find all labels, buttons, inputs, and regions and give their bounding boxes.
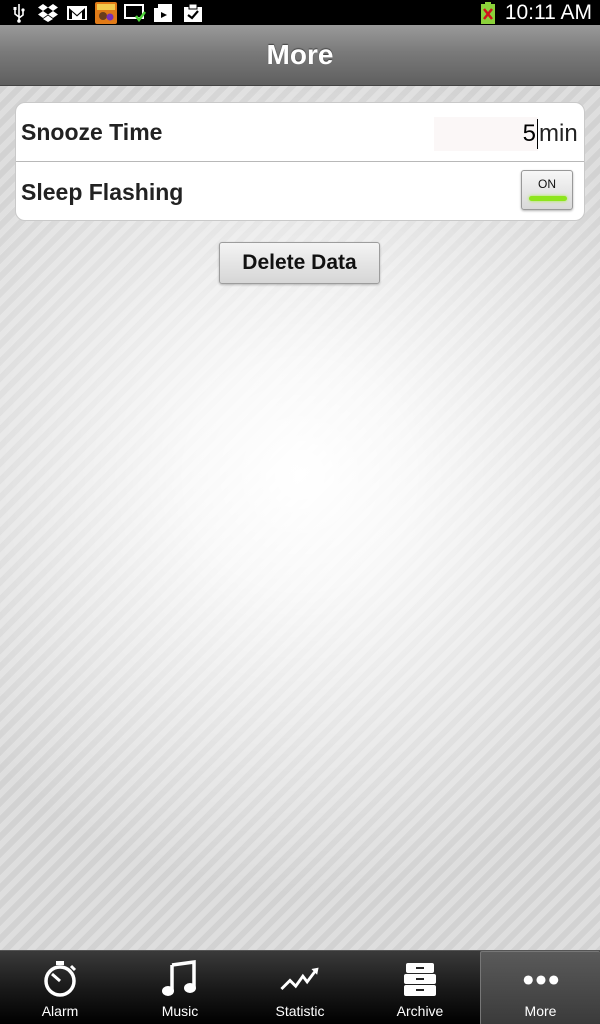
notification-icons	[8, 1, 204, 24]
dropbox-icon	[37, 3, 59, 23]
sleep-flashing-label: Sleep Flashing	[21, 179, 184, 205]
page-title: More	[266, 39, 334, 70]
snooze-time-label: Snooze Time	[21, 118, 163, 145]
snooze-time-unit: min	[539, 120, 578, 147]
toggle-on-indicator	[529, 196, 567, 201]
clipboard-check-icon	[182, 3, 204, 23]
tab-label: More	[524, 1003, 557, 1019]
archive-icon	[400, 959, 440, 999]
toggle-state-label: ON	[538, 177, 556, 191]
snooze-time-value[interactable]: 5	[523, 120, 536, 148]
sleep-flashing-row: Sleep Flashing ON	[16, 163, 584, 222]
status-time: 10:11 AM	[504, 0, 592, 24]
status-bar: 10:11 AM	[0, 0, 600, 25]
settings-card: Snooze Time 5 min Sleep Flashing ON	[15, 102, 585, 221]
tab-more[interactable]: More	[480, 951, 600, 1024]
text-caret	[537, 119, 538, 149]
tab-statistic[interactable]: Statistic	[240, 951, 360, 1024]
bottom-tab-bar: Alarm Music Statistic Archive More	[0, 950, 600, 1024]
screen-check-icon	[124, 3, 146, 23]
download-icon	[153, 3, 175, 23]
more-dots-icon	[521, 960, 561, 1000]
tab-label: Music	[161, 1003, 199, 1019]
game-app-icon	[95, 1, 117, 24]
gmail-icon	[66, 3, 88, 23]
title-bar: More	[0, 25, 600, 86]
tab-archive[interactable]: Archive	[360, 951, 480, 1024]
usb-icon	[8, 3, 30, 23]
music-note-icon	[160, 959, 200, 999]
sleep-flashing-toggle[interactable]: ON	[521, 170, 573, 210]
snooze-time-input[interactable]: 5	[434, 117, 538, 151]
tab-label: Statistic	[275, 1003, 325, 1019]
tab-music[interactable]: Music	[120, 951, 240, 1024]
battery-icon	[477, 1, 499, 24]
main-content: Snooze Time 5 min Sleep Flashing ON Dele…	[0, 86, 600, 950]
tab-alarm[interactable]: Alarm	[0, 951, 120, 1024]
tab-label: Archive	[396, 1003, 444, 1019]
statistic-chart-icon	[280, 959, 320, 999]
snooze-time-row: Snooze Time 5 min	[16, 103, 584, 162]
delete-data-button[interactable]: Delete Data	[219, 242, 380, 284]
alarm-clock-icon	[40, 959, 80, 999]
tab-label: Alarm	[41, 1003, 79, 1019]
